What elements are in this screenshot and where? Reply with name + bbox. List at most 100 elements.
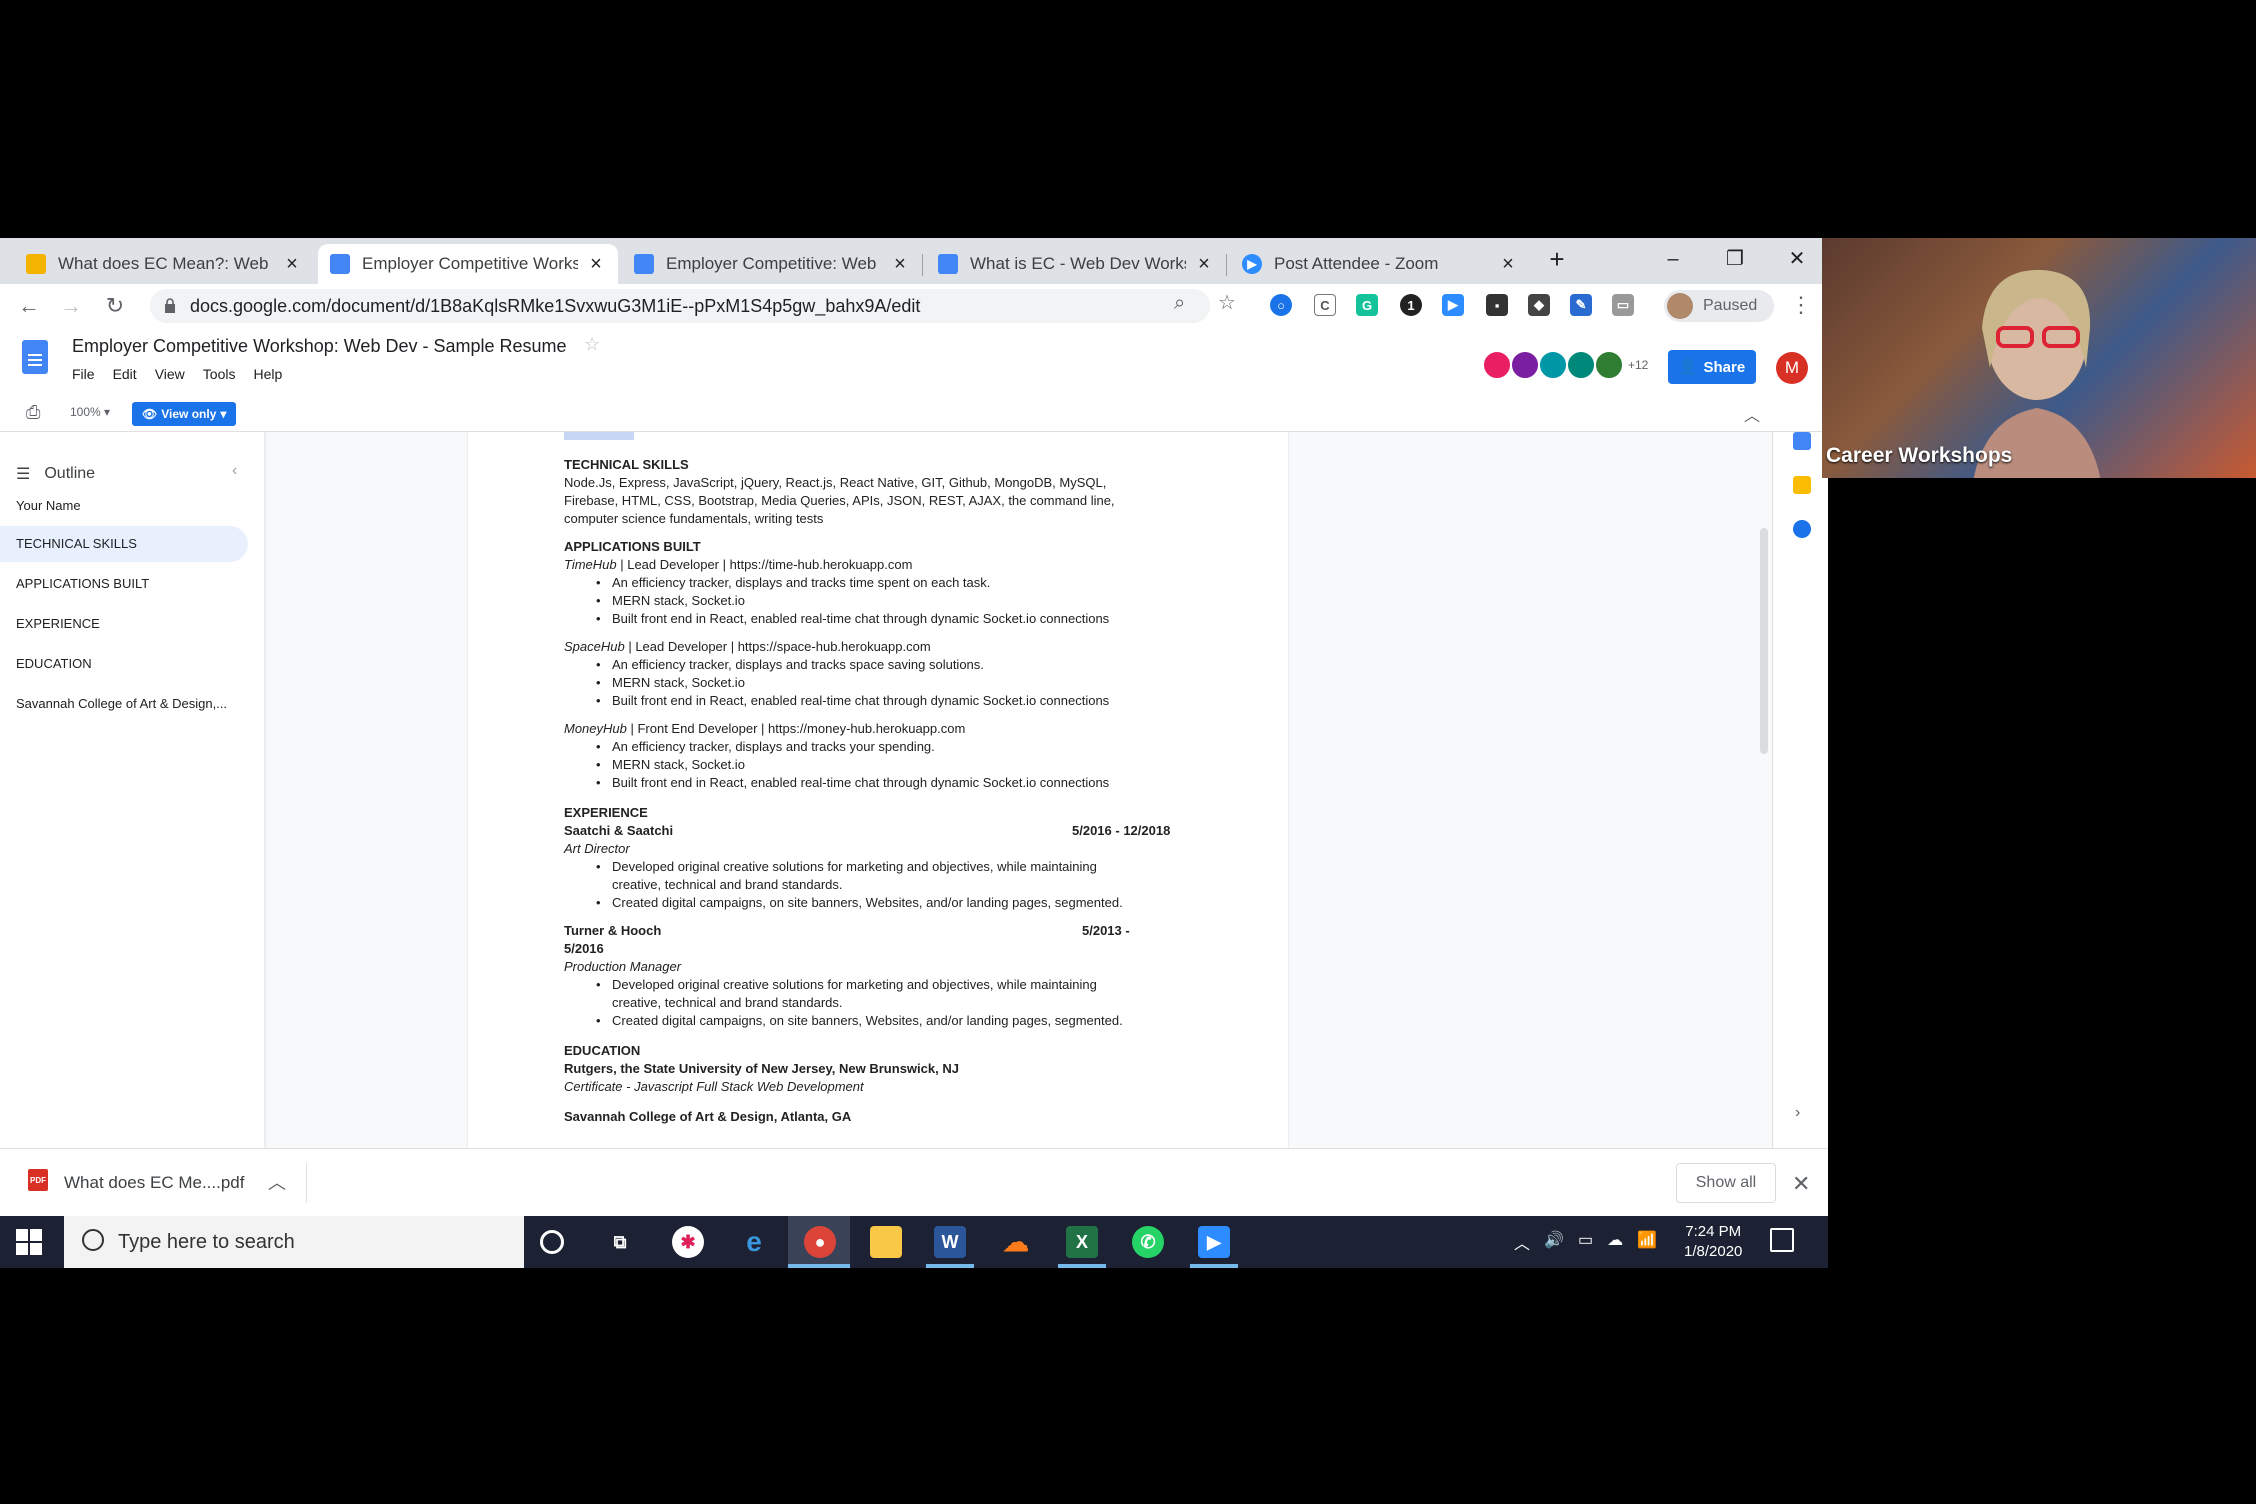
cloud-icon[interactable]: ☁: [1000, 1226, 1032, 1258]
chevron-up-icon[interactable]: ︿: [1744, 402, 1760, 426]
whatsapp-icon[interactable]: ✆: [1132, 1226, 1164, 1258]
list-item: Developed original creative solutions fo…: [596, 976, 1097, 994]
outline-item-experience[interactable]: EXPERIENCE: [0, 606, 248, 642]
menu-help[interactable]: Help: [253, 366, 282, 382]
outline-item-education[interactable]: EDUCATION: [0, 646, 248, 682]
extension-icon[interactable]: ✎: [1570, 294, 1592, 316]
document-title[interactable]: Employer Competitive Workshop: Web Dev -…: [72, 336, 567, 357]
wifi-icon[interactable]: 📶: [1637, 1230, 1657, 1254]
excel-icon[interactable]: X: [1066, 1226, 1098, 1258]
tab-post-attendee-zoom[interactable]: ▶ Post Attendee - Zoom ×: [1230, 244, 1530, 284]
clock[interactable]: 7:24 PM 1/8/2020: [1684, 1222, 1742, 1262]
collaborator-avatar[interactable]: [1510, 350, 1540, 380]
app-line: TimeHub | Lead Developer | https://time-…: [564, 557, 913, 572]
onedrive-icon[interactable]: ☁: [1607, 1230, 1623, 1254]
collaborator-avatar[interactable]: [1594, 350, 1624, 380]
reload-icon[interactable]: ↻: [100, 291, 130, 321]
chevron-left-icon[interactable]: ‹: [232, 462, 237, 480]
close-icon[interactable]: ×: [890, 253, 910, 276]
chevron-up-icon[interactable]: ︿: [268, 1169, 286, 1195]
participant-name: Career Workshops: [1826, 444, 2013, 467]
tab-what-is-ec[interactable]: What is EC - Web Dev Worksh ×: [926, 244, 1226, 284]
menu-icon[interactable]: ⋮: [1790, 292, 1812, 318]
job-dates: 5/2016 - 12/2018: [1072, 823, 1171, 838]
volume-icon[interactable]: 🔊: [1544, 1230, 1564, 1254]
minimize-button[interactable]: –: [1656, 244, 1690, 274]
search-icon[interactable]: ⌕: [1174, 292, 1185, 315]
profile-button[interactable]: Paused: [1664, 290, 1774, 322]
extension-icon[interactable]: C: [1314, 294, 1336, 316]
show-all-button[interactable]: Show all: [1676, 1163, 1776, 1203]
company-name: Saatchi & Saatchi: [564, 823, 674, 838]
extension-icon[interactable]: 1: [1400, 294, 1422, 316]
tab-employer-competitive-web-dev[interactable]: Employer Competitive: Web De ×: [622, 244, 922, 284]
more-collaborators[interactable]: +12: [1628, 358, 1648, 372]
close-icon[interactable]: ×: [282, 253, 302, 276]
star-icon[interactable]: ☆: [584, 334, 600, 355]
tab-employer-competitive-workshop[interactable]: Employer Competitive Worksh ×: [318, 244, 618, 284]
close-window-button[interactable]: ✕: [1780, 244, 1814, 274]
bookmark-star-icon[interactable]: ☆: [1218, 290, 1236, 315]
word-icon[interactable]: W: [934, 1226, 966, 1258]
restore-button[interactable]: ❐: [1718, 244, 1752, 274]
outline-item-savannah[interactable]: Savannah College of Art & Design,...: [0, 686, 248, 722]
zoom-extension-icon[interactable]: ▶: [1442, 294, 1464, 316]
task-view-icon[interactable]: ⧉: [604, 1226, 636, 1258]
back-icon[interactable]: ←: [14, 291, 44, 321]
outline-item-technical-skills[interactable]: TECHNICAL SKILLS: [0, 526, 248, 562]
edge-icon[interactable]: e: [738, 1226, 770, 1258]
list-item: Developed original creative solutions fo…: [596, 858, 1097, 876]
menu-view[interactable]: View: [155, 366, 185, 382]
taskbar-search[interactable]: Type here to search: [64, 1216, 524, 1268]
docs-logo-icon[interactable]: [22, 340, 48, 374]
print-icon[interactable]: ⎙: [26, 402, 40, 423]
close-icon[interactable]: ×: [1194, 253, 1214, 276]
new-tab-button[interactable]: +: [1540, 244, 1574, 274]
eye-icon: 👁: [142, 407, 158, 421]
address-bar[interactable]: docs.google.com/document/d/1B8aKqlsRMke1…: [150, 289, 1210, 323]
outline-item-your-name[interactable]: Your Name: [0, 488, 248, 524]
menu-edit[interactable]: Edit: [113, 366, 137, 382]
menu-tools[interactable]: Tools: [203, 366, 236, 382]
chevron-up-icon[interactable]: ︿: [1514, 1230, 1530, 1254]
windows-start-icon[interactable]: [16, 1229, 42, 1255]
tasks-icon[interactable]: [1793, 520, 1811, 538]
document-page[interactable]: TECHNICAL SKILLS Node.Js, Express, JavaS…: [468, 432, 1288, 1148]
close-icon[interactable]: ✕: [1792, 1171, 1810, 1197]
collaborator-avatar[interactable]: [1482, 350, 1512, 380]
tab-what-does-ec[interactable]: What does EC Mean?: Web De ×: [14, 244, 314, 284]
notification-icon[interactable]: [1770, 1228, 1794, 1252]
list-item: Built front end in React, enabled real-t…: [596, 692, 1109, 710]
file-explorer-icon[interactable]: [870, 1226, 902, 1258]
download-filename[interactable]: What does EC Me....pdf: [64, 1173, 244, 1193]
zoom-select[interactable]: 100% ▾: [70, 405, 110, 419]
close-icon[interactable]: ×: [586, 253, 606, 276]
collaborator-avatar[interactable]: [1538, 350, 1568, 380]
extension-icon[interactable]: ▪: [1486, 294, 1508, 316]
zoom-app-icon[interactable]: ▶: [1198, 1226, 1230, 1258]
battery-icon[interactable]: ▭: [1578, 1230, 1593, 1254]
slack-icon[interactable]: ✱: [672, 1226, 704, 1258]
menu-file[interactable]: File: [72, 366, 95, 382]
account-avatar[interactable]: M: [1776, 352, 1808, 384]
calendar-icon[interactable]: [1793, 432, 1811, 450]
keep-icon[interactable]: [1793, 476, 1811, 494]
person-icon: 👤: [1678, 359, 1698, 376]
docs-icon: [938, 254, 958, 274]
list-item: MERN stack, Socket.io: [596, 674, 745, 692]
close-icon[interactable]: ×: [1498, 253, 1518, 276]
cortana-icon[interactable]: [540, 1230, 564, 1254]
shield-icon[interactable]: ◆: [1528, 294, 1550, 316]
extension-icon[interactable]: ▭: [1612, 294, 1634, 316]
collaborator-avatar[interactable]: [1566, 350, 1596, 380]
grammarly-icon[interactable]: G: [1356, 294, 1378, 316]
outline-item-applications-built[interactable]: APPLICATIONS BUILT: [0, 566, 248, 602]
list-item-continuation: creative, technical and brand standards.: [612, 995, 843, 1010]
extension-icon[interactable]: ○: [1270, 294, 1292, 316]
view-only-button[interactable]: 👁 View only ▾: [132, 402, 237, 426]
scrollbar[interactable]: [1760, 528, 1768, 754]
share-button[interactable]: 👤 Share: [1668, 350, 1756, 384]
chrome-icon[interactable]: ●: [804, 1226, 836, 1258]
forward-icon[interactable]: →: [56, 291, 86, 321]
chevron-right-icon[interactable]: ›: [1795, 1104, 1800, 1122]
